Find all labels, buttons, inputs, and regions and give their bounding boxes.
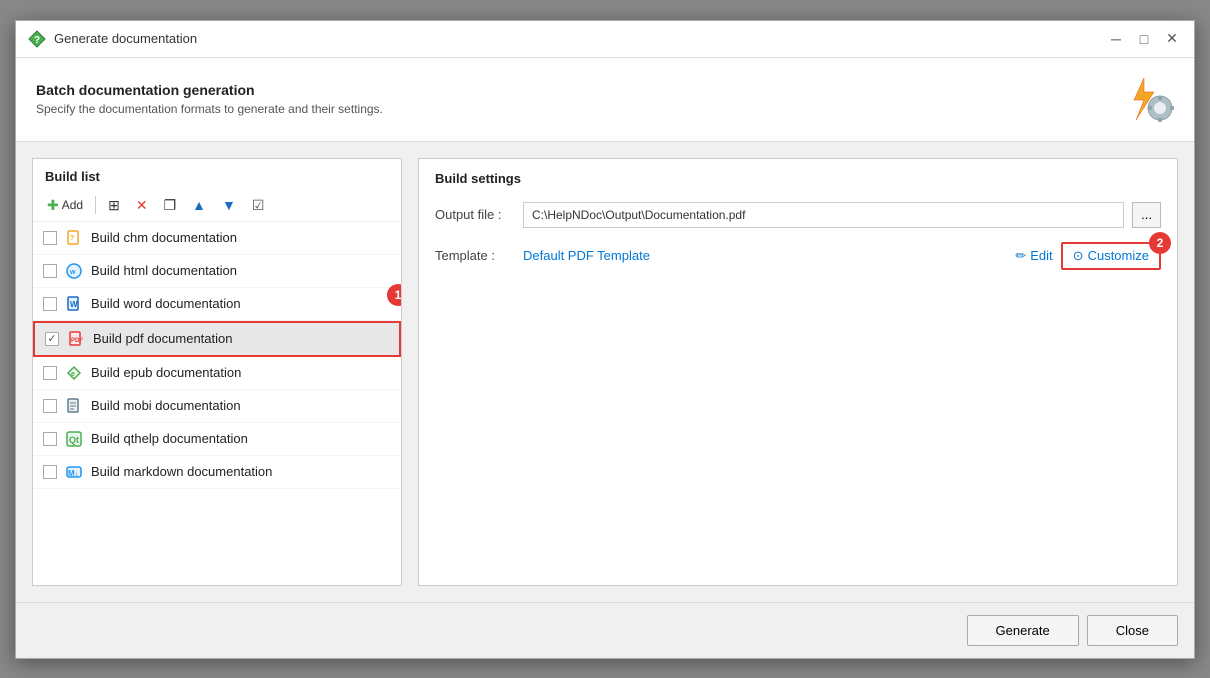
build-list-panel: Build list ✚ Add ⊞ ✕ ❐ ▲ <box>32 158 402 586</box>
toolbar-divider-1 <box>95 196 96 214</box>
word-icon: W <box>65 295 83 313</box>
html-label: Build html documentation <box>91 263 237 278</box>
main-content: Build list ✚ Add ⊞ ✕ ❐ ▲ <box>16 142 1194 602</box>
mobi-checkbox[interactable] <box>43 399 57 413</box>
pdf-checkbox[interactable]: ✓ <box>45 332 59 346</box>
qt-checkbox[interactable] <box>43 432 57 446</box>
edit-button[interactable]: ✏ Edit <box>1015 248 1052 264</box>
list-item[interactable]: Qt Build qthelp documentation <box>33 423 401 456</box>
word-label: Build word documentation <box>91 296 241 311</box>
minimize-button[interactable]: ─ <box>1106 29 1126 49</box>
qt-icon: Qt <box>65 430 83 448</box>
html-checkbox[interactable] <box>43 264 57 278</box>
check-button[interactable]: ☑ <box>246 194 271 217</box>
delete-button[interactable]: ✕ <box>130 194 154 217</box>
header-text: Batch documentation generation Specify t… <box>36 82 383 116</box>
output-file-row: Output file : ... <box>435 202 1161 228</box>
chm-icon: ? <box>65 229 83 247</box>
close-button[interactable]: ✕ <box>1162 29 1182 49</box>
checkmark-icon: ✓ <box>47 332 56 345</box>
move-down-button[interactable]: ▼ <box>216 194 242 216</box>
chm-checkbox[interactable] <box>43 231 57 245</box>
svg-text:PDF: PDF <box>71 338 83 344</box>
list-item[interactable]: w Build html documentation <box>33 255 401 288</box>
template-label: Template : <box>435 248 515 263</box>
up-arrow-icon: ▲ <box>192 197 206 213</box>
list-items: ? Build chm documentation w Build html d <box>33 222 401 585</box>
add-label: Add <box>62 198 83 212</box>
title-controls: ─ □ ✕ <box>1106 29 1182 49</box>
pdf-label: Build pdf documentation <box>93 331 232 346</box>
mobi-icon <box>65 397 83 415</box>
list-item[interactable]: Build mobi documentation <box>33 390 401 423</box>
pdf-icon: PDF <box>67 330 85 348</box>
svg-text:?: ? <box>70 235 74 242</box>
mobi-label: Build mobi documentation <box>91 398 241 413</box>
layout-icon: ⊞ <box>108 197 120 214</box>
output-file-input[interactable] <box>523 202 1124 228</box>
list-item[interactable]: e Build epub documentation <box>33 357 401 390</box>
markdown-checkbox[interactable] <box>43 465 57 479</box>
badge-2: 2 <box>1149 232 1171 254</box>
header-subtitle: Specify the documentation formats to gen… <box>36 102 383 116</box>
title-bar: ? Generate documentation ─ □ ✕ <box>16 21 1194 58</box>
template-link[interactable]: Default PDF Template <box>523 248 650 263</box>
svg-text:?: ? <box>34 35 40 46</box>
copy-button[interactable]: ❐ <box>158 194 183 217</box>
output-file-label: Output file : <box>435 207 515 222</box>
copy-icon: ❐ <box>164 197 177 214</box>
window-title: Generate documentation <box>54 31 197 46</box>
html-icon: w <box>65 262 83 280</box>
checkall-icon: ☑ <box>252 197 265 214</box>
markdown-icon: M↓ <box>65 463 83 481</box>
customize-button[interactable]: ⊙ Customize <box>1061 242 1161 270</box>
epub-label: Build epub documentation <box>91 365 241 380</box>
lightning-area <box>1126 74 1174 125</box>
header-section: Batch documentation generation Specify t… <box>16 58 1194 142</box>
template-actions: ✏ Edit ⊙ Customize 2 <box>1015 242 1161 270</box>
list-item[interactable]: M↓ Build markdown documentation <box>33 456 401 489</box>
footer: Generate Close <box>16 602 1194 658</box>
move-up-button[interactable]: ▲ <box>186 194 212 216</box>
list-item[interactable]: W Build word documentation 1 <box>33 288 401 321</box>
close-button[interactable]: Close <box>1087 615 1178 646</box>
settings-title: Build settings <box>435 171 1161 186</box>
build-list-title: Build list <box>33 159 401 190</box>
list-item[interactable]: ? Build chm documentation <box>33 222 401 255</box>
toolbar: ✚ Add ⊞ ✕ ❐ ▲ ▼ <box>33 190 401 222</box>
chm-label: Build chm documentation <box>91 230 237 245</box>
build-settings-panel: Build settings Output file : ... Templat… <box>418 158 1178 586</box>
template-row: Template : Default PDF Template ✏ Edit ⊙… <box>435 242 1161 270</box>
restore-button[interactable]: □ <box>1134 29 1154 49</box>
svg-text:Qt: Qt <box>69 435 79 445</box>
lightning-gear-icon <box>1126 74 1174 122</box>
word-checkbox[interactable] <box>43 297 57 311</box>
svg-text:W: W <box>70 300 78 309</box>
pencil-icon: ✏ <box>1015 248 1026 264</box>
delete-icon: ✕ <box>136 197 148 214</box>
svg-text:e: e <box>71 371 75 378</box>
svg-text:w: w <box>69 269 76 276</box>
generate-button[interactable]: Generate <box>967 615 1079 646</box>
epub-checkbox[interactable] <box>43 366 57 380</box>
qt-label: Build qthelp documentation <box>91 431 248 446</box>
main-window: ? Generate documentation ─ □ ✕ Batch doc… <box>15 20 1195 659</box>
browse-button[interactable]: ... <box>1132 202 1161 228</box>
add-icon: ✚ <box>47 197 59 214</box>
title-bar-left: ? Generate documentation <box>28 30 197 48</box>
markdown-label: Build markdown documentation <box>91 464 272 479</box>
svg-text:M↓: M↓ <box>68 469 79 478</box>
down-arrow-icon: ▼ <box>222 197 236 213</box>
app-icon: ? <box>28 30 46 48</box>
customize-container: ⊙ Customize 2 <box>1061 242 1161 270</box>
customize-label: Customize <box>1088 248 1149 263</box>
header-title: Batch documentation generation <box>36 82 383 98</box>
epub-icon: e <box>65 364 83 382</box>
add-button[interactable]: ✚ Add <box>41 194 89 217</box>
badge-1: 1 <box>387 284 401 306</box>
edit-label: Edit <box>1030 248 1052 263</box>
customize-icon: ⊙ <box>1073 248 1084 264</box>
layout-button[interactable]: ⊞ <box>102 194 126 217</box>
list-item[interactable]: ✓ PDF Build pdf documentation <box>33 321 401 357</box>
